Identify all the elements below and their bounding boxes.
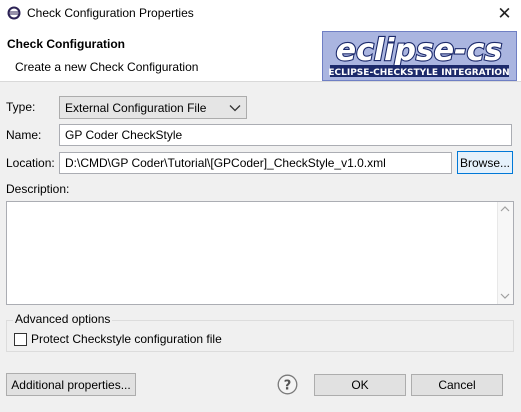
type-select-value: External Configuration File xyxy=(65,100,207,115)
close-icon: ✕ xyxy=(497,3,512,23)
page-title: Check Configuration xyxy=(7,37,126,51)
type-label: Type: xyxy=(6,100,36,114)
logo-main-text: eclipse-cs xyxy=(336,33,502,68)
ok-button[interactable]: OK xyxy=(314,374,406,396)
type-select[interactable]: External Configuration File xyxy=(59,96,247,119)
location-input[interactable]: D:\CMD\GP Coder\Tutorial\[GPCoder]_Check… xyxy=(59,152,452,174)
location-label: Location: xyxy=(6,156,55,170)
logo-tagline: ECLIPSE-CHECKSTYLE INTEGRATION xyxy=(328,68,509,78)
name-label: Name: xyxy=(6,128,42,142)
protect-config-checkbox[interactable] xyxy=(14,333,27,346)
name-input[interactable]: GP Coder CheckStyle xyxy=(59,124,512,146)
additional-properties-button[interactable]: Additional properties... xyxy=(6,373,136,396)
browse-button[interactable]: Browse... xyxy=(457,151,513,174)
protect-config-label[interactable]: Protect Checkstyle configuration file xyxy=(31,332,222,346)
cancel-button[interactable]: Cancel xyxy=(411,374,503,396)
chevron-down-icon xyxy=(229,105,241,112)
eclipse-app-icon xyxy=(7,6,21,20)
scroll-down-icon[interactable] xyxy=(500,293,510,299)
page-subtitle: Create a new Check Configuration xyxy=(15,60,199,74)
window-title: Check Configuration Properties xyxy=(27,6,194,20)
close-button[interactable]: ✕ xyxy=(488,0,521,27)
description-scrollbar[interactable] xyxy=(497,202,513,304)
svg-text:?: ? xyxy=(284,379,292,394)
advanced-options-legend: Advanced options xyxy=(13,312,113,326)
eclipse-cs-logo: eclipse-cs ECLIPSE-CHECKSTYLE INTEGRATIO… xyxy=(322,31,517,81)
description-label: Description: xyxy=(6,182,70,196)
description-textarea[interactable] xyxy=(6,201,514,305)
help-icon[interactable]: ? xyxy=(277,374,298,395)
scroll-up-icon[interactable] xyxy=(500,206,510,212)
